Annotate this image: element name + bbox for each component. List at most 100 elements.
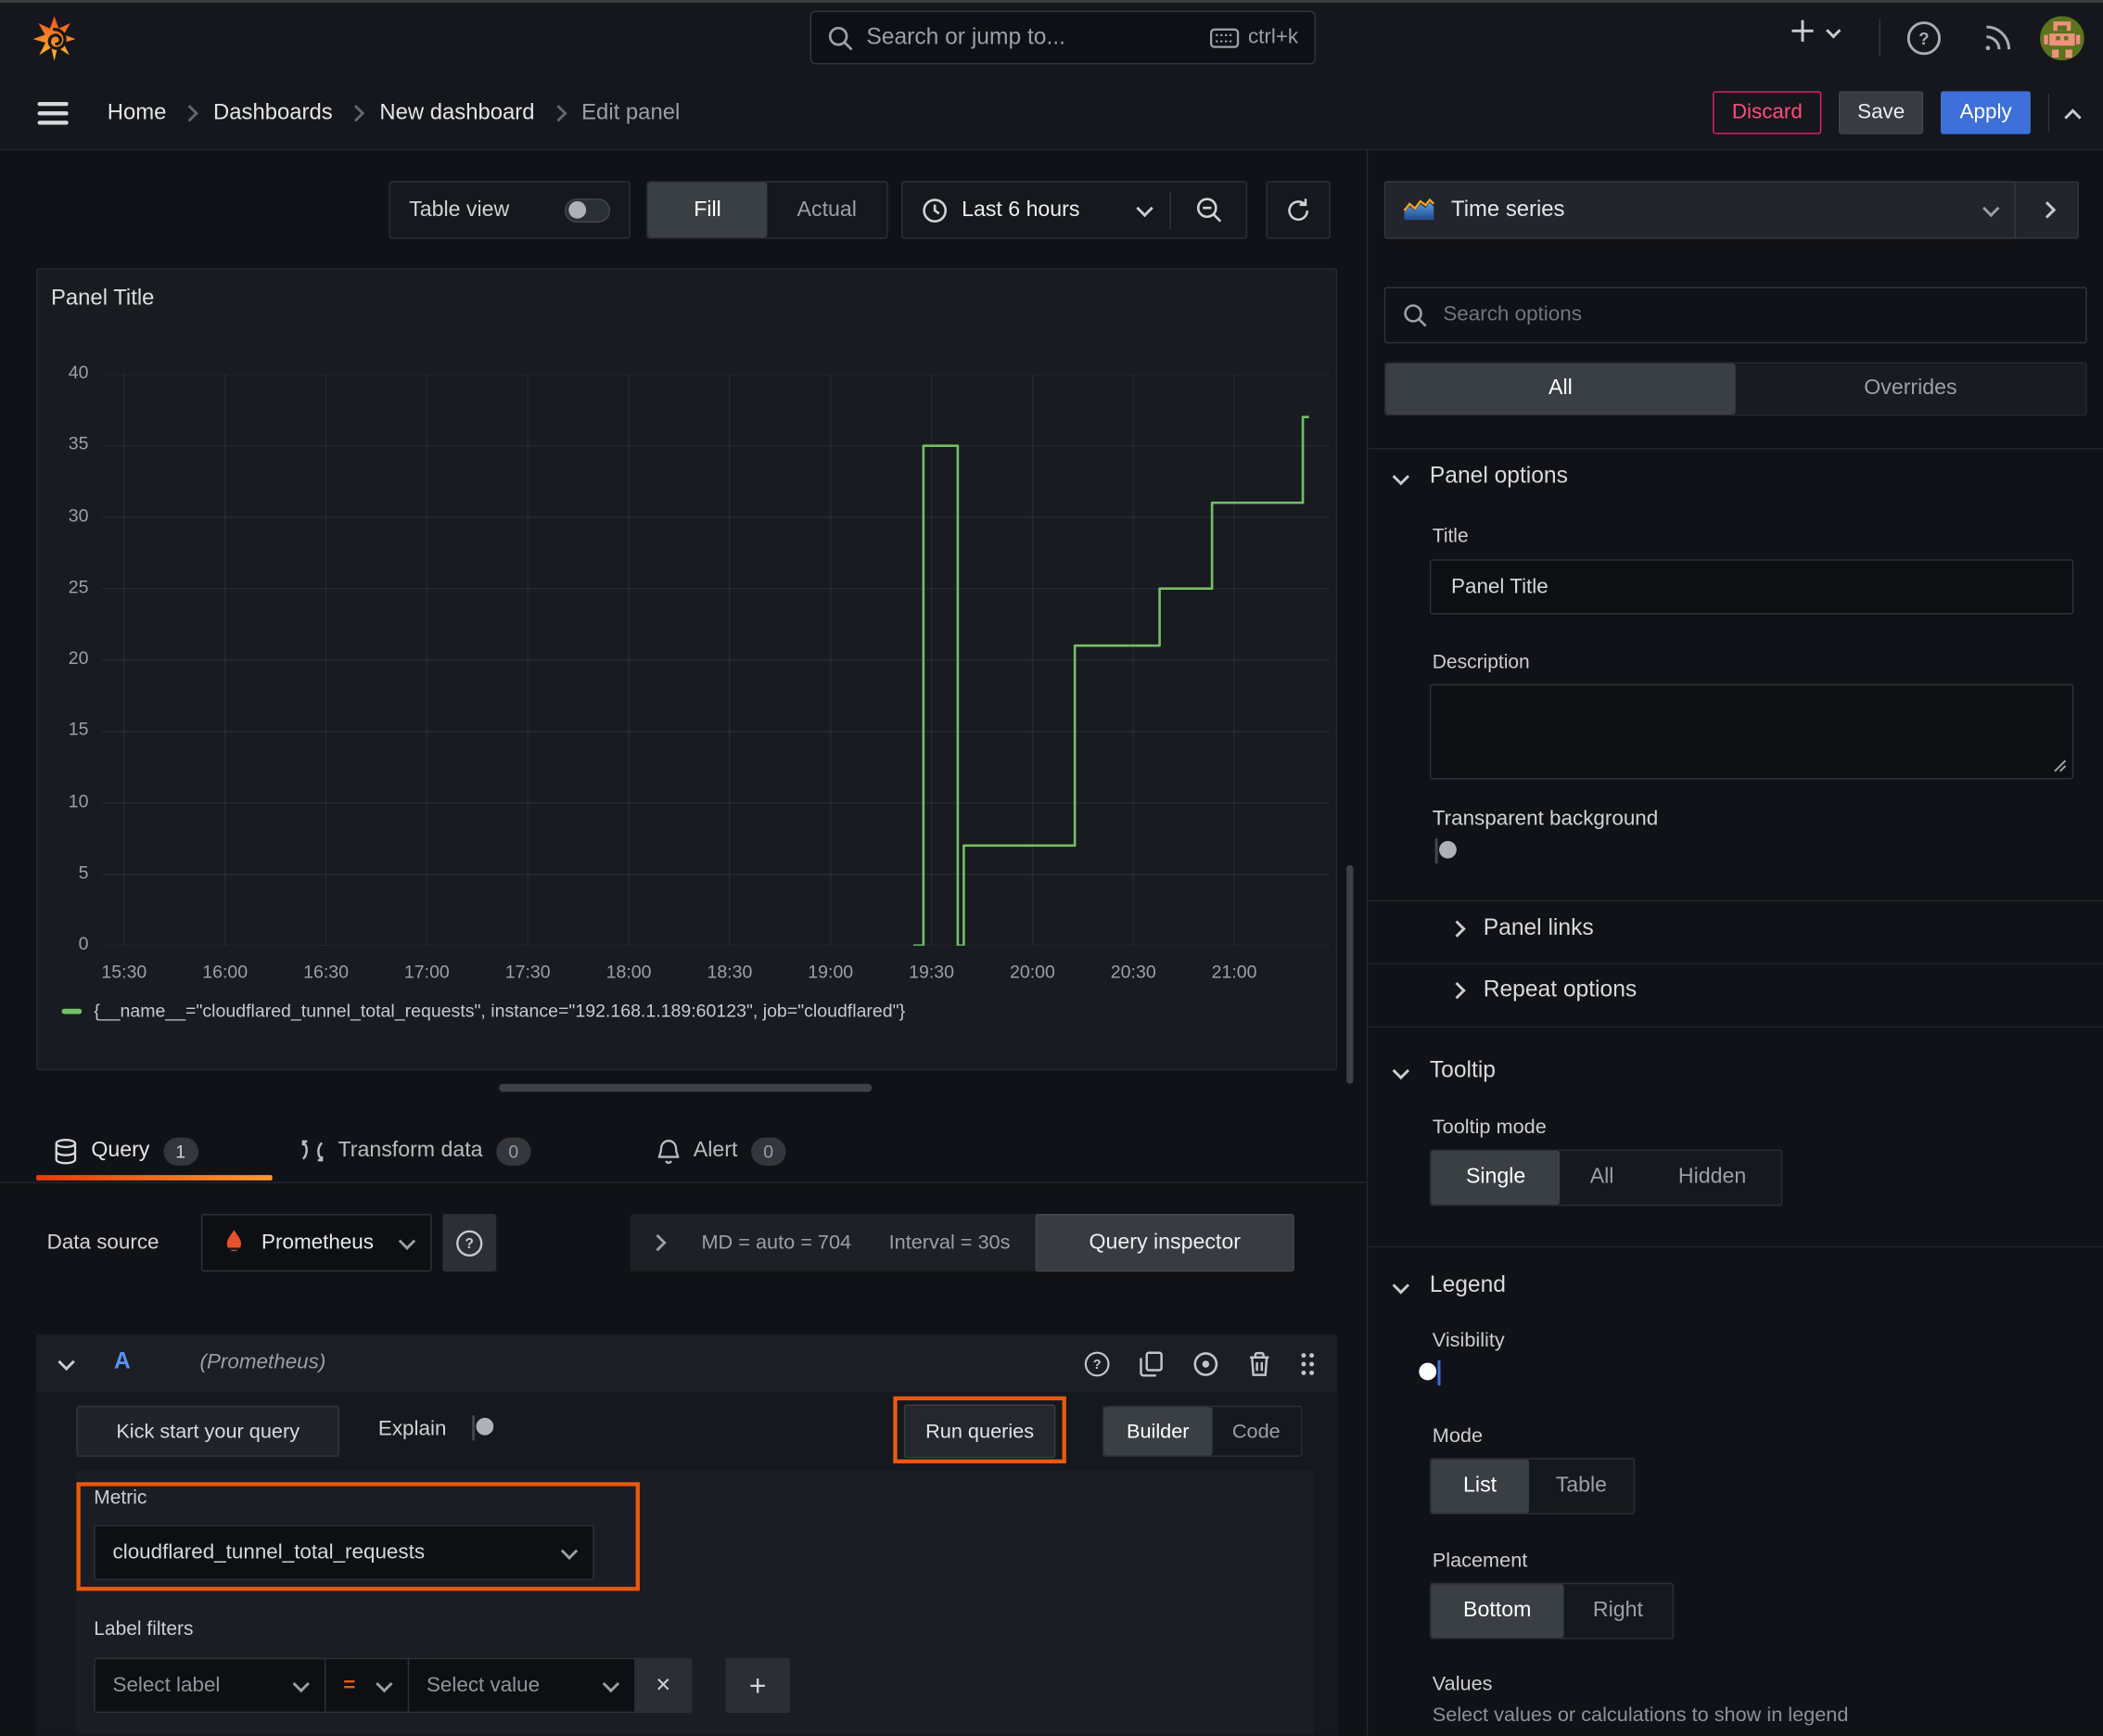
- visualization-select[interactable]: Time series: [1383, 181, 2016, 239]
- drag-handle-icon[interactable]: [1300, 1350, 1316, 1377]
- breadcrumb-item-dashboards[interactable]: Dashboards: [213, 100, 333, 125]
- add-filter-button[interactable]: +: [725, 1657, 790, 1714]
- tab-transform-data[interactable]: Transform data 0: [300, 1121, 531, 1181]
- tab-query[interactable]: Query 1: [54, 1121, 198, 1181]
- tab-query-label: Query: [91, 1139, 150, 1162]
- query-inspector-button[interactable]: Query inspector: [1035, 1214, 1294, 1272]
- table-view-toggle[interactable]: [564, 198, 611, 223]
- query-row-header[interactable]: A (Prometheus) ?: [36, 1334, 1338, 1393]
- select-value-placeholder: Select value: [426, 1673, 541, 1697]
- toggle-visibility-icon[interactable]: [1192, 1350, 1219, 1377]
- user-avatar[interactable]: [2040, 16, 2084, 61]
- duplicate-query-icon[interactable]: [1139, 1350, 1164, 1377]
- horizontal-resize-handle[interactable]: [499, 1083, 873, 1092]
- chevron-down-icon: [1982, 198, 2000, 217]
- placement-bottom-option[interactable]: Bottom: [1431, 1584, 1564, 1639]
- zoom-out-button[interactable]: [1171, 183, 1246, 237]
- breadcrumb-item-home[interactable]: Home: [108, 100, 167, 125]
- panel-preview[interactable]: Panel Title 0 5 10 15 20 25 30 35 40 15:30 16:00 1…: [36, 268, 1338, 1071]
- toggle-viz-pane-button[interactable]: [2015, 181, 2079, 239]
- repeat-options-header[interactable]: Repeat options: [1484, 976, 1637, 1003]
- resize-handle-icon[interactable]: [2053, 760, 2067, 772]
- search-icon: [1403, 303, 1427, 327]
- query-options-row[interactable]: MD = auto = 704 Interval = 30s: [630, 1214, 1047, 1272]
- breadcrumb-item-new-dashboard[interactable]: New dashboard: [379, 100, 534, 125]
- save-button[interactable]: Save: [1838, 91, 1924, 134]
- panel-title-input[interactable]: [1448, 573, 2055, 601]
- news-rss-button[interactable]: [1981, 21, 2014, 55]
- mode-list-option[interactable]: List: [1431, 1459, 1529, 1513]
- transparent-background-toggle[interactable]: [1434, 838, 1457, 864]
- breadcrumb: Home Dashboards New dashboard Edit panel: [108, 76, 681, 148]
- breadcrumb-bar: Home Dashboards New dashboard Edit panel…: [0, 76, 2103, 150]
- legend-visibility-toggle[interactable]: [1419, 1359, 1441, 1386]
- transparent-background-label: Transparent background: [1432, 807, 1659, 831]
- datasource-picker[interactable]: Prometheus: [200, 1214, 432, 1272]
- remove-filter-button[interactable]: ×: [634, 1657, 693, 1714]
- chevron-down-icon: [1826, 23, 1842, 39]
- time-series-chart[interactable]: [101, 374, 1330, 946]
- tooltip-single-option[interactable]: Single: [1431, 1151, 1561, 1205]
- divider: [2047, 94, 2050, 132]
- fill-option[interactable]: Fill: [647, 182, 768, 238]
- collapse-section-icon[interactable]: [1392, 1062, 1409, 1080]
- query-tabs-bar: Query 1 Transform data 0 Alert 0: [0, 1121, 1367, 1183]
- expand-section-icon[interactable]: [1448, 981, 1466, 1000]
- panel-links-header[interactable]: Panel links: [1484, 914, 1594, 941]
- mode-table-option[interactable]: Table: [1529, 1460, 1634, 1513]
- search-placeholder: Search or jump to...: [866, 24, 1065, 50]
- legend-header[interactable]: Legend: [1430, 1271, 1506, 1298]
- tooltip-all-option[interactable]: All: [1561, 1151, 1643, 1205]
- breadcrumb-item-edit-panel: Edit panel: [581, 99, 681, 124]
- tooltip-header[interactable]: Tooltip: [1430, 1057, 1496, 1084]
- options-search[interactable]: [1383, 287, 2087, 344]
- global-search-input[interactable]: Search or jump to... ctrl+k: [809, 10, 1316, 65]
- collapse-header-icon[interactable]: [2064, 108, 2082, 126]
- tab-alert[interactable]: Alert 0: [657, 1121, 786, 1181]
- tab-overrides[interactable]: Overrides: [1736, 364, 2086, 415]
- time-range-picker[interactable]: Last 6 hours: [902, 183, 1169, 237]
- actual-option[interactable]: Actual: [767, 183, 886, 237]
- panel-title-field[interactable]: [1429, 559, 2074, 615]
- search-icon: [827, 25, 853, 50]
- description-input[interactable]: [1448, 696, 2055, 773]
- tooltip-hidden-option[interactable]: Hidden: [1643, 1151, 1781, 1205]
- select-label-dropdown[interactable]: Select label: [94, 1657, 326, 1714]
- label-filters-label: Label filters: [94, 1618, 194, 1640]
- expand-section-icon[interactable]: [1448, 920, 1466, 938]
- x-axis-tick-label: 21:00: [1211, 962, 1257, 982]
- legend-item[interactable]: {__name__="cloudflared_tunnel_total_requ…: [61, 1001, 905, 1021]
- grafana-logo[interactable]: [32, 13, 77, 63]
- operator-dropdown[interactable]: =: [325, 1657, 410, 1714]
- add-new-button[interactable]: [1790, 18, 1842, 45]
- svg-text:?: ?: [1093, 1357, 1102, 1372]
- description-field[interactable]: [1429, 683, 2074, 780]
- time-series-icon: [1403, 198, 1435, 222]
- code-option[interactable]: Code: [1212, 1407, 1300, 1455]
- y-axis-tick-label: 30: [68, 504, 89, 526]
- placement-right-option[interactable]: Right: [1563, 1584, 1673, 1638]
- options-search-input[interactable]: [1440, 301, 2069, 329]
- query-help-icon[interactable]: ?: [1084, 1350, 1111, 1377]
- visualization-picker: Time series: [1383, 181, 2079, 239]
- vertical-scrollbar[interactable]: [1346, 864, 1354, 1084]
- active-tab-underline: [36, 1175, 273, 1181]
- chevron-down-icon: [1136, 198, 1153, 217]
- explain-toggle[interactable]: [472, 1414, 494, 1441]
- help-button[interactable]: ?: [1905, 20, 1942, 57]
- datasource-help-button[interactable]: ?: [442, 1214, 497, 1272]
- builder-option[interactable]: Builder: [1103, 1407, 1213, 1456]
- delete-query-icon[interactable]: [1247, 1350, 1271, 1377]
- discard-button[interactable]: Discard: [1713, 91, 1822, 134]
- apply-button[interactable]: Apply: [1941, 91, 2031, 134]
- tab-all[interactable]: All: [1385, 363, 1736, 415]
- query-ref-id[interactable]: A: [114, 1348, 131, 1375]
- menu-toggle-button[interactable]: [37, 101, 69, 125]
- collapse-section-icon[interactable]: [1392, 1277, 1409, 1295]
- refresh-button[interactable]: [1266, 181, 1331, 239]
- collapse-query-icon[interactable]: [57, 1353, 75, 1372]
- kick-start-query-button[interactable]: Kick start your query: [76, 1405, 339, 1457]
- collapse-section-icon[interactable]: [1392, 468, 1409, 486]
- select-value-dropdown[interactable]: Select value: [407, 1657, 636, 1714]
- panel-options-header[interactable]: Panel options: [1430, 463, 1568, 490]
